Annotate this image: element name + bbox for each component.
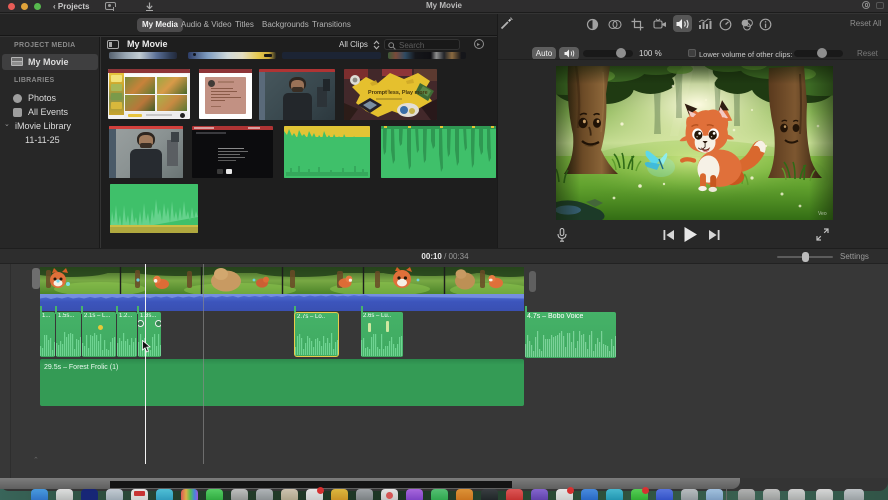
svg-text:Prompt less, Play more: Prompt less, Play more [368,90,428,96]
svg-text:Veo: Veo [818,211,827,217]
